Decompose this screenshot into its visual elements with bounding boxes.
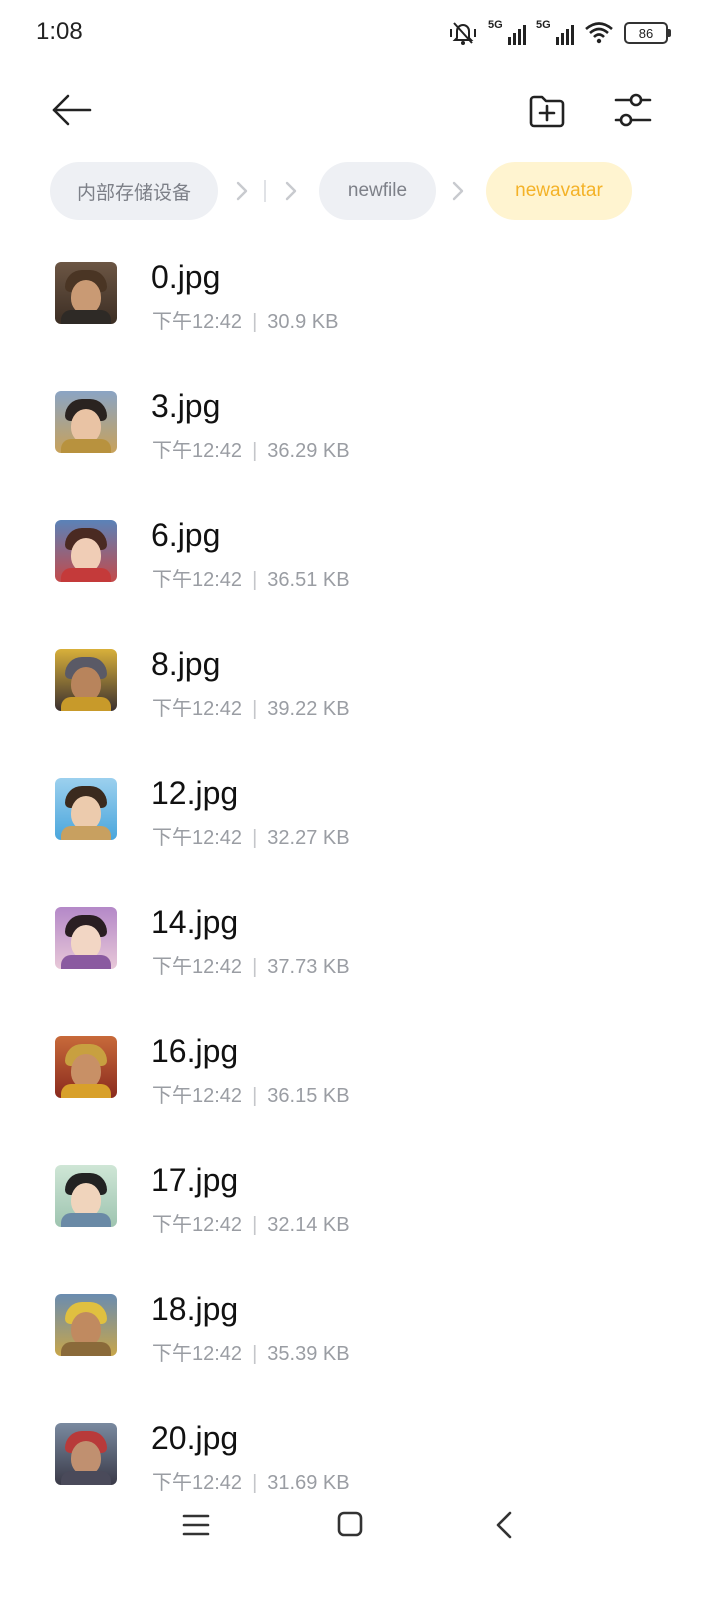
chevron-right-icon [452,181,464,201]
wifi-icon [585,22,613,44]
file-name: 3.jpg [151,388,221,424]
file-time: 下午12:42 [152,569,243,591]
network-type-label: 5G [536,19,551,31]
file-name: 8.jpg [151,646,221,682]
nav-back-button[interactable] [494,1510,514,1540]
battery-icon: 86 [624,22,671,44]
file-row[interactable]: 12.jpg 下午12:42 | 32.27 KB [0,745,720,874]
file-thumbnail [55,1294,117,1356]
file-time: 下午12:42 [152,698,243,720]
file-row[interactable]: 6.jpg 下午12:42 | 36.51 KB [0,487,720,616]
file-row[interactable]: 0.jpg 下午12:42 | 30.9 KB [0,229,720,358]
status-bar: 1:08 5G 5G 86 [0,0,720,64]
file-size: 37.73 KB [267,956,350,978]
file-name: 14.jpg [151,904,239,940]
chevron-right-icon [285,181,297,201]
file-time: 下午12:42 [152,1214,243,1236]
file-thumbnail [55,262,117,324]
file-thumbnail [55,1036,117,1098]
file-meta: 下午12:42 | 35.39 KB [152,1343,350,1365]
file-name: 12.jpg [151,775,239,811]
file-name: 17.jpg [151,1162,239,1198]
file-time: 下午12:42 [152,1343,243,1365]
chevron-right-icon [236,181,248,201]
file-meta: 下午12:42 | 32.14 KB [152,1214,350,1236]
breadcrumb-internal-storage[interactable]: 内部存储设备 [50,162,218,220]
file-time: 下午12:42 [152,827,243,849]
file-meta: 下午12:42 | 39.22 KB [152,698,350,720]
file-thumbnail [55,1165,117,1227]
file-name: 6.jpg [151,517,221,553]
file-name: 18.jpg [151,1291,239,1327]
file-meta: 下午12:42 | 30.9 KB [152,311,339,333]
file-meta: 下午12:42 | 36.15 KB [152,1085,350,1107]
folder-plus-icon [529,95,565,128]
file-row[interactable]: 18.jpg 下午12:42 | 35.39 KB [0,1261,720,1390]
arrow-left-icon [52,94,92,126]
file-thumbnail [55,907,117,969]
file-thumbnail [55,520,117,582]
home-button[interactable] [337,1510,363,1538]
file-row[interactable]: 16.jpg 下午12:42 | 36.15 KB [0,1003,720,1132]
menu-icon [182,1514,210,1536]
home-square-icon [337,1511,363,1537]
file-size: 32.27 KB [267,827,350,849]
status-time: 1:08 [36,18,83,45]
file-time: 下午12:42 [152,440,243,462]
file-name: 0.jpg [151,259,221,295]
file-meta: 下午12:42 | 37.73 KB [152,956,350,978]
mute-vibrate-icon [450,22,476,45]
status-icons: 5G 5G 86 [448,18,671,48]
filter-button[interactable] [610,90,654,132]
file-size: 36.29 KB [267,440,350,462]
file-size: 39.22 KB [267,698,350,720]
file-row[interactable]: 17.jpg 下午12:42 | 32.14 KB [0,1132,720,1261]
file-meta: 下午12:42 | 36.51 KB [152,569,350,591]
file-time: 下午12:42 [152,1085,243,1107]
file-row[interactable]: 3.jpg 下午12:42 | 36.29 KB [0,358,720,487]
file-name: 20.jpg [151,1420,239,1456]
breadcrumb-newavatar[interactable]: newavatar [486,162,632,220]
file-thumbnail [55,391,117,453]
file-size: 36.15 KB [267,1085,350,1107]
back-chevron-icon [496,1511,512,1539]
signal-5g-icon: 5G [536,19,574,45]
file-thumbnail [55,1423,117,1485]
file-size: 30.9 KB [267,311,339,333]
file-size: 35.39 KB [267,1343,350,1365]
breadcrumb: 内部存储设备 newfile newavatar [50,162,720,220]
file-meta: 下午12:42 | 36.29 KB [152,440,350,462]
network-type-label: 5G [488,19,503,31]
file-meta: 下午12:42 | 32.27 KB [152,827,350,849]
recents-button[interactable] [182,1512,210,1538]
breadcrumb-divider [264,180,266,202]
signal-5g-icon: 5G [488,19,526,45]
breadcrumb-newfile[interactable]: newfile [319,162,436,220]
file-size: 36.51 KB [267,569,350,591]
file-thumbnail [55,778,117,840]
new-folder-button[interactable] [526,90,568,132]
file-thumbnail [55,649,117,711]
file-time: 下午12:42 [152,956,243,978]
system-nav-bar [0,1490,720,1560]
sliders-icon [614,93,652,127]
back-button[interactable] [48,90,96,130]
file-size: 32.14 KB [267,1214,350,1236]
file-name: 16.jpg [151,1033,239,1069]
file-time: 下午12:42 [152,311,243,333]
file-row[interactable]: 8.jpg 下午12:42 | 39.22 KB [0,616,720,745]
file-row[interactable]: 14.jpg 下午12:42 | 37.73 KB [0,874,720,1003]
